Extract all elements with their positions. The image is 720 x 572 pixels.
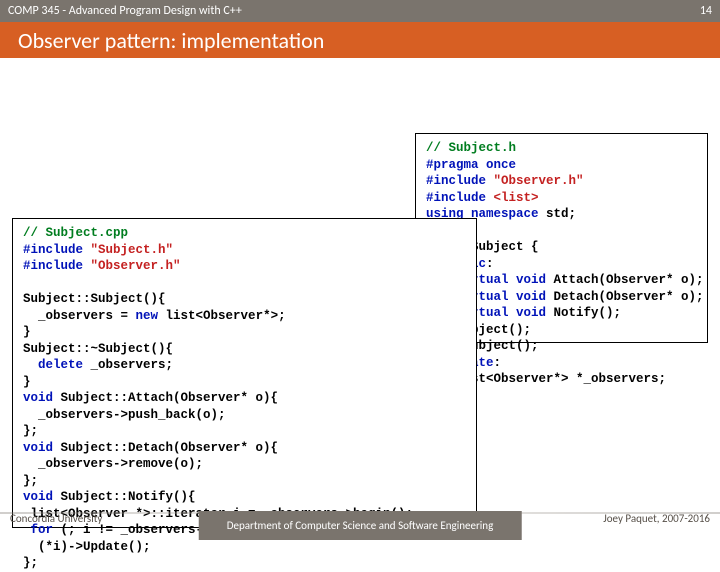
code-line: }; xyxy=(23,423,466,440)
code-line: Subject::Subject(){ xyxy=(23,291,466,308)
code-line: // Subject.h xyxy=(426,140,697,157)
footer-center: Department of Computer Science and Softw… xyxy=(199,511,522,540)
code-line: void Subject::Detach(Observer* o){ xyxy=(23,440,466,457)
code-line: }; xyxy=(23,555,466,572)
code-line: #include "Subject.h" xyxy=(23,242,466,259)
footer: Concordia University Department of Compu… xyxy=(0,496,720,540)
code-line: delete _observers; xyxy=(23,357,466,374)
code-line: Subject::~Subject(){ xyxy=(23,341,466,358)
code-line: } xyxy=(23,324,466,341)
top-bar: COMP 345 - Advanced Program Design with … xyxy=(0,0,720,22)
slide: COMP 345 - Advanced Program Design with … xyxy=(0,0,720,540)
code-line: #include <list> xyxy=(426,190,697,207)
course-label: COMP 345 - Advanced Program Design with … xyxy=(8,4,700,18)
page-number: 14 xyxy=(700,4,712,18)
code-line: #include "Observer.h" xyxy=(426,173,697,190)
code-line: _observers->remove(o); xyxy=(23,456,466,473)
title-bar: Observer pattern: implementation xyxy=(0,22,720,58)
code-line xyxy=(23,275,466,292)
code-line: // Subject.cpp xyxy=(23,225,466,242)
slide-title: Observer pattern: implementation xyxy=(18,27,324,54)
code-line: void Subject::Attach(Observer* o){ xyxy=(23,390,466,407)
code-box-subject-cpp: // Subject.cpp#include "Subject.h"#inclu… xyxy=(12,218,477,528)
code-line: }; xyxy=(23,473,466,490)
code-line: _observers = new list<Observer*>; xyxy=(23,308,466,325)
code-line: _observers->push_back(o); xyxy=(23,407,466,424)
code-line: } xyxy=(23,374,466,391)
code-line: #include "Observer.h" xyxy=(23,258,466,275)
code-line: (*i)->Update(); xyxy=(23,539,466,556)
code-line: #pragma once xyxy=(426,157,697,174)
